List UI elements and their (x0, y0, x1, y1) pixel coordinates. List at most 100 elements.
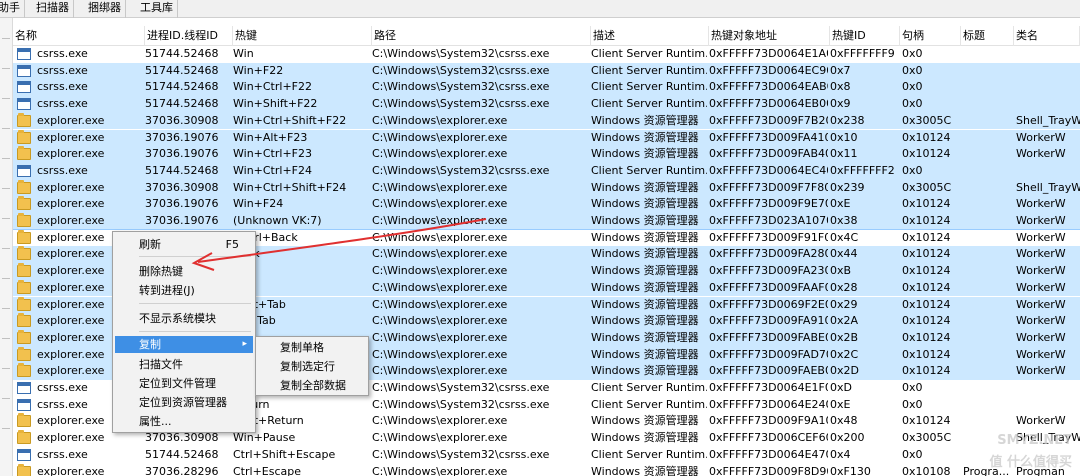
col-header-desc[interactable]: 描述 (591, 26, 709, 46)
cell-desc: Windows 资源管理器 (591, 414, 699, 428)
cell-path: C:\Windows\System32\csrss.exe (372, 447, 550, 461)
cell-title (963, 413, 1014, 430)
cell-cls (1016, 79, 1080, 96)
table-row[interactable]: explorer.exe 37036.19076 Win+Ctrl+F23 C:\Wi… (13, 146, 1080, 163)
menu-label: 删除热键 (139, 265, 183, 278)
cell-id: 0x8 (830, 80, 851, 94)
cell-path: C:\Windows\System32\csrss.exe (372, 397, 550, 411)
table-row[interactable]: explorer.exe 37036.28296 Ctrl+Escape C:\Win… (13, 463, 1080, 476)
cell-hotkey: Win+Shift+F22 (233, 97, 318, 111)
cell-path: C:\Windows\explorer.exe (372, 197, 508, 211)
col-header-title[interactable]: 标题 (961, 26, 1014, 46)
cell-handle: 0x10124 (902, 297, 951, 311)
cell-desc: Client Server Runtim... (591, 80, 707, 94)
cell-addr: 0xFFFFF73D0064EB00 (709, 97, 828, 111)
cell-title (963, 63, 1014, 80)
col-header-hotkey-id[interactable]: 热键ID (830, 26, 900, 46)
window-icon (17, 382, 31, 394)
cell-path: C:\Windows\explorer.exe (372, 297, 508, 311)
menu-item-locate-file-manager[interactable]: 定位到文件管理 (115, 375, 253, 392)
cell-pid: 37036.19076 (145, 214, 219, 227)
cell-name: explorer.exe (37, 214, 105, 227)
submenu-item-copy-selected-rows[interactable]: 复制选定行 (258, 358, 366, 375)
cell-desc: Windows 资源管理器 (591, 431, 699, 445)
cell-cls: WorkerW (1016, 297, 1066, 311)
cell-handle: 0x10124 (902, 280, 951, 294)
cell-pid: 37036.30908 (145, 180, 219, 194)
cell-hotkey: Win+Ctrl+Shift+F24 (233, 180, 347, 194)
table-row[interactable]: explorer.exe 37036.19076 Win+Alt+F23 C:\Win… (13, 129, 1080, 147)
table-row[interactable]: explorer.exe 37036.19076 (Unknown VK:7) C:\… (13, 213, 1080, 230)
cell-handle: 0x10124 (902, 414, 951, 428)
tab-toolbox[interactable]: 工具库 (136, 0, 178, 18)
table-row[interactable]: csrss.exe 51744.52468 Ctrl+Shift+Escape C:\… (13, 447, 1080, 464)
col-header-name[interactable]: 名称 (13, 26, 145, 46)
cell-path: C:\Windows\explorer.exe (372, 247, 508, 261)
table-row[interactable]: explorer.exe 37036.19076 Win+F24 C:\Windows… (13, 196, 1080, 213)
cell-handle: 0x0 (902, 47, 923, 60)
menu-item-locate-explorer[interactable]: 定位到资源管理器 (115, 394, 253, 411)
menu-item-scan-file[interactable]: 扫描文件 (115, 356, 253, 373)
menu-item-delete-hotkey[interactable]: 删除热键 (115, 263, 253, 280)
cell-path: C:\Windows\explorer.exe (372, 431, 508, 445)
menu-item-hide-system-modules[interactable]: 不显示系统模块 (115, 310, 253, 327)
cell-id: 0xFFFFFFF2 (830, 163, 895, 177)
table-row[interactable]: csrss.exe 51744.52468 Win+F22 C:\Windows\Sy… (13, 62, 1080, 80)
cell-hotkey: Win+Ctrl+F22 (233, 80, 312, 94)
table-row[interactable]: csrss.exe 51744.52468 Win+Ctrl+F22 C:\Windo… (13, 79, 1080, 97)
cell-desc: Windows 资源管理器 (591, 230, 699, 244)
cell-path: C:\Windows\System32\csrss.exe (372, 97, 550, 111)
menu-item-refresh[interactable]: 刷新 F5 (115, 236, 253, 253)
context-menu: 刷新 F5 删除热键 转到进程(J) 不显示系统模块 复制 ▸ 扫描文件 定位到文件… (112, 231, 256, 433)
cell-id: 0x10 (830, 130, 858, 144)
folder-icon (17, 279, 31, 294)
table-row[interactable]: csrss.exe 51744.52468 Win+Shift+F22 C:\Wind… (13, 96, 1080, 113)
cell-pid: 37036.30908 (145, 113, 219, 127)
cell-pid: 51744.52468 (145, 80, 219, 94)
tab-scanner[interactable]: 扫描器 (32, 0, 74, 18)
cell-desc: Windows 资源管理器 (591, 347, 699, 361)
cell-addr: 0xFFFFF73D009F9A10 (709, 414, 828, 428)
cell-id: 0x7 (830, 63, 851, 77)
cell-cls (1016, 96, 1080, 113)
cell-pid: 51744.52468 (145, 447, 219, 461)
col-header-class[interactable]: 类名 (1014, 26, 1080, 46)
side-panel-edge (0, 18, 13, 476)
submenu-item-copy-all-data[interactable]: 复制全部数据 (258, 377, 366, 394)
cell-id: 0xF130 (830, 464, 871, 476)
cell-path: C:\Windows\System32\csrss.exe (372, 80, 550, 94)
cell-path: C:\Windows\System32\csrss.exe (372, 47, 550, 60)
cell-id: 0x238 (830, 113, 865, 127)
cell-desc: Client Server Runtim... (591, 447, 707, 461)
col-header-hotkey[interactable]: 热键 (233, 26, 372, 46)
menu-item-goto-process[interactable]: 转到进程(J) (115, 282, 253, 299)
col-header-pid[interactable]: 进程ID.线程ID (145, 26, 233, 46)
cell-id: 0x9 (830, 97, 851, 111)
menu-separator (139, 256, 251, 257)
table-row[interactable]: csrss.exe 51744.52468 Win C:\Windows\System… (13, 46, 1080, 63)
cell-handle: 0x10124 (902, 347, 951, 361)
cell-pid: 51744.52468 (145, 47, 219, 60)
table-row[interactable]: csrss.exe 51744.52468 Win+Ctrl+F24 C:\Windo… (13, 162, 1080, 180)
cell-name: explorer.exe (37, 180, 105, 194)
tab-assistant[interactable]: 助手 (0, 0, 25, 18)
cell-pid: 37036.19076 (145, 197, 219, 211)
menu-item-copy[interactable]: 复制 ▸ (115, 336, 253, 353)
cell-addr: 0xFFFFF73D009FA910 (709, 314, 828, 328)
cell-title (963, 79, 1014, 96)
cell-title (963, 96, 1014, 113)
tab-binder[interactable]: 捆绑器 (84, 0, 126, 18)
table-row[interactable]: explorer.exe 37036.30908 Win+Ctrl+Shift+F2… (13, 179, 1080, 197)
cell-path: C:\Windows\explorer.exe (372, 347, 508, 361)
cell-path: C:\Windows\explorer.exe (372, 264, 508, 278)
menu-label: 复制 (139, 338, 161, 351)
col-header-path[interactable]: 路径 (372, 26, 591, 46)
col-header-handle[interactable]: 句柄 (900, 26, 961, 46)
col-header-address[interactable]: 热键对象地址 (709, 26, 830, 46)
folder-icon (17, 329, 31, 344)
table-row[interactable]: explorer.exe 37036.30908 Win+Ctrl+Shift+F2… (13, 112, 1080, 130)
menu-item-properties[interactable]: 属性... (115, 413, 253, 430)
cell-id: 0x4 (830, 447, 851, 461)
submenu-item-copy-cell[interactable]: 复制单格 (258, 339, 366, 356)
folder-icon (17, 296, 31, 311)
